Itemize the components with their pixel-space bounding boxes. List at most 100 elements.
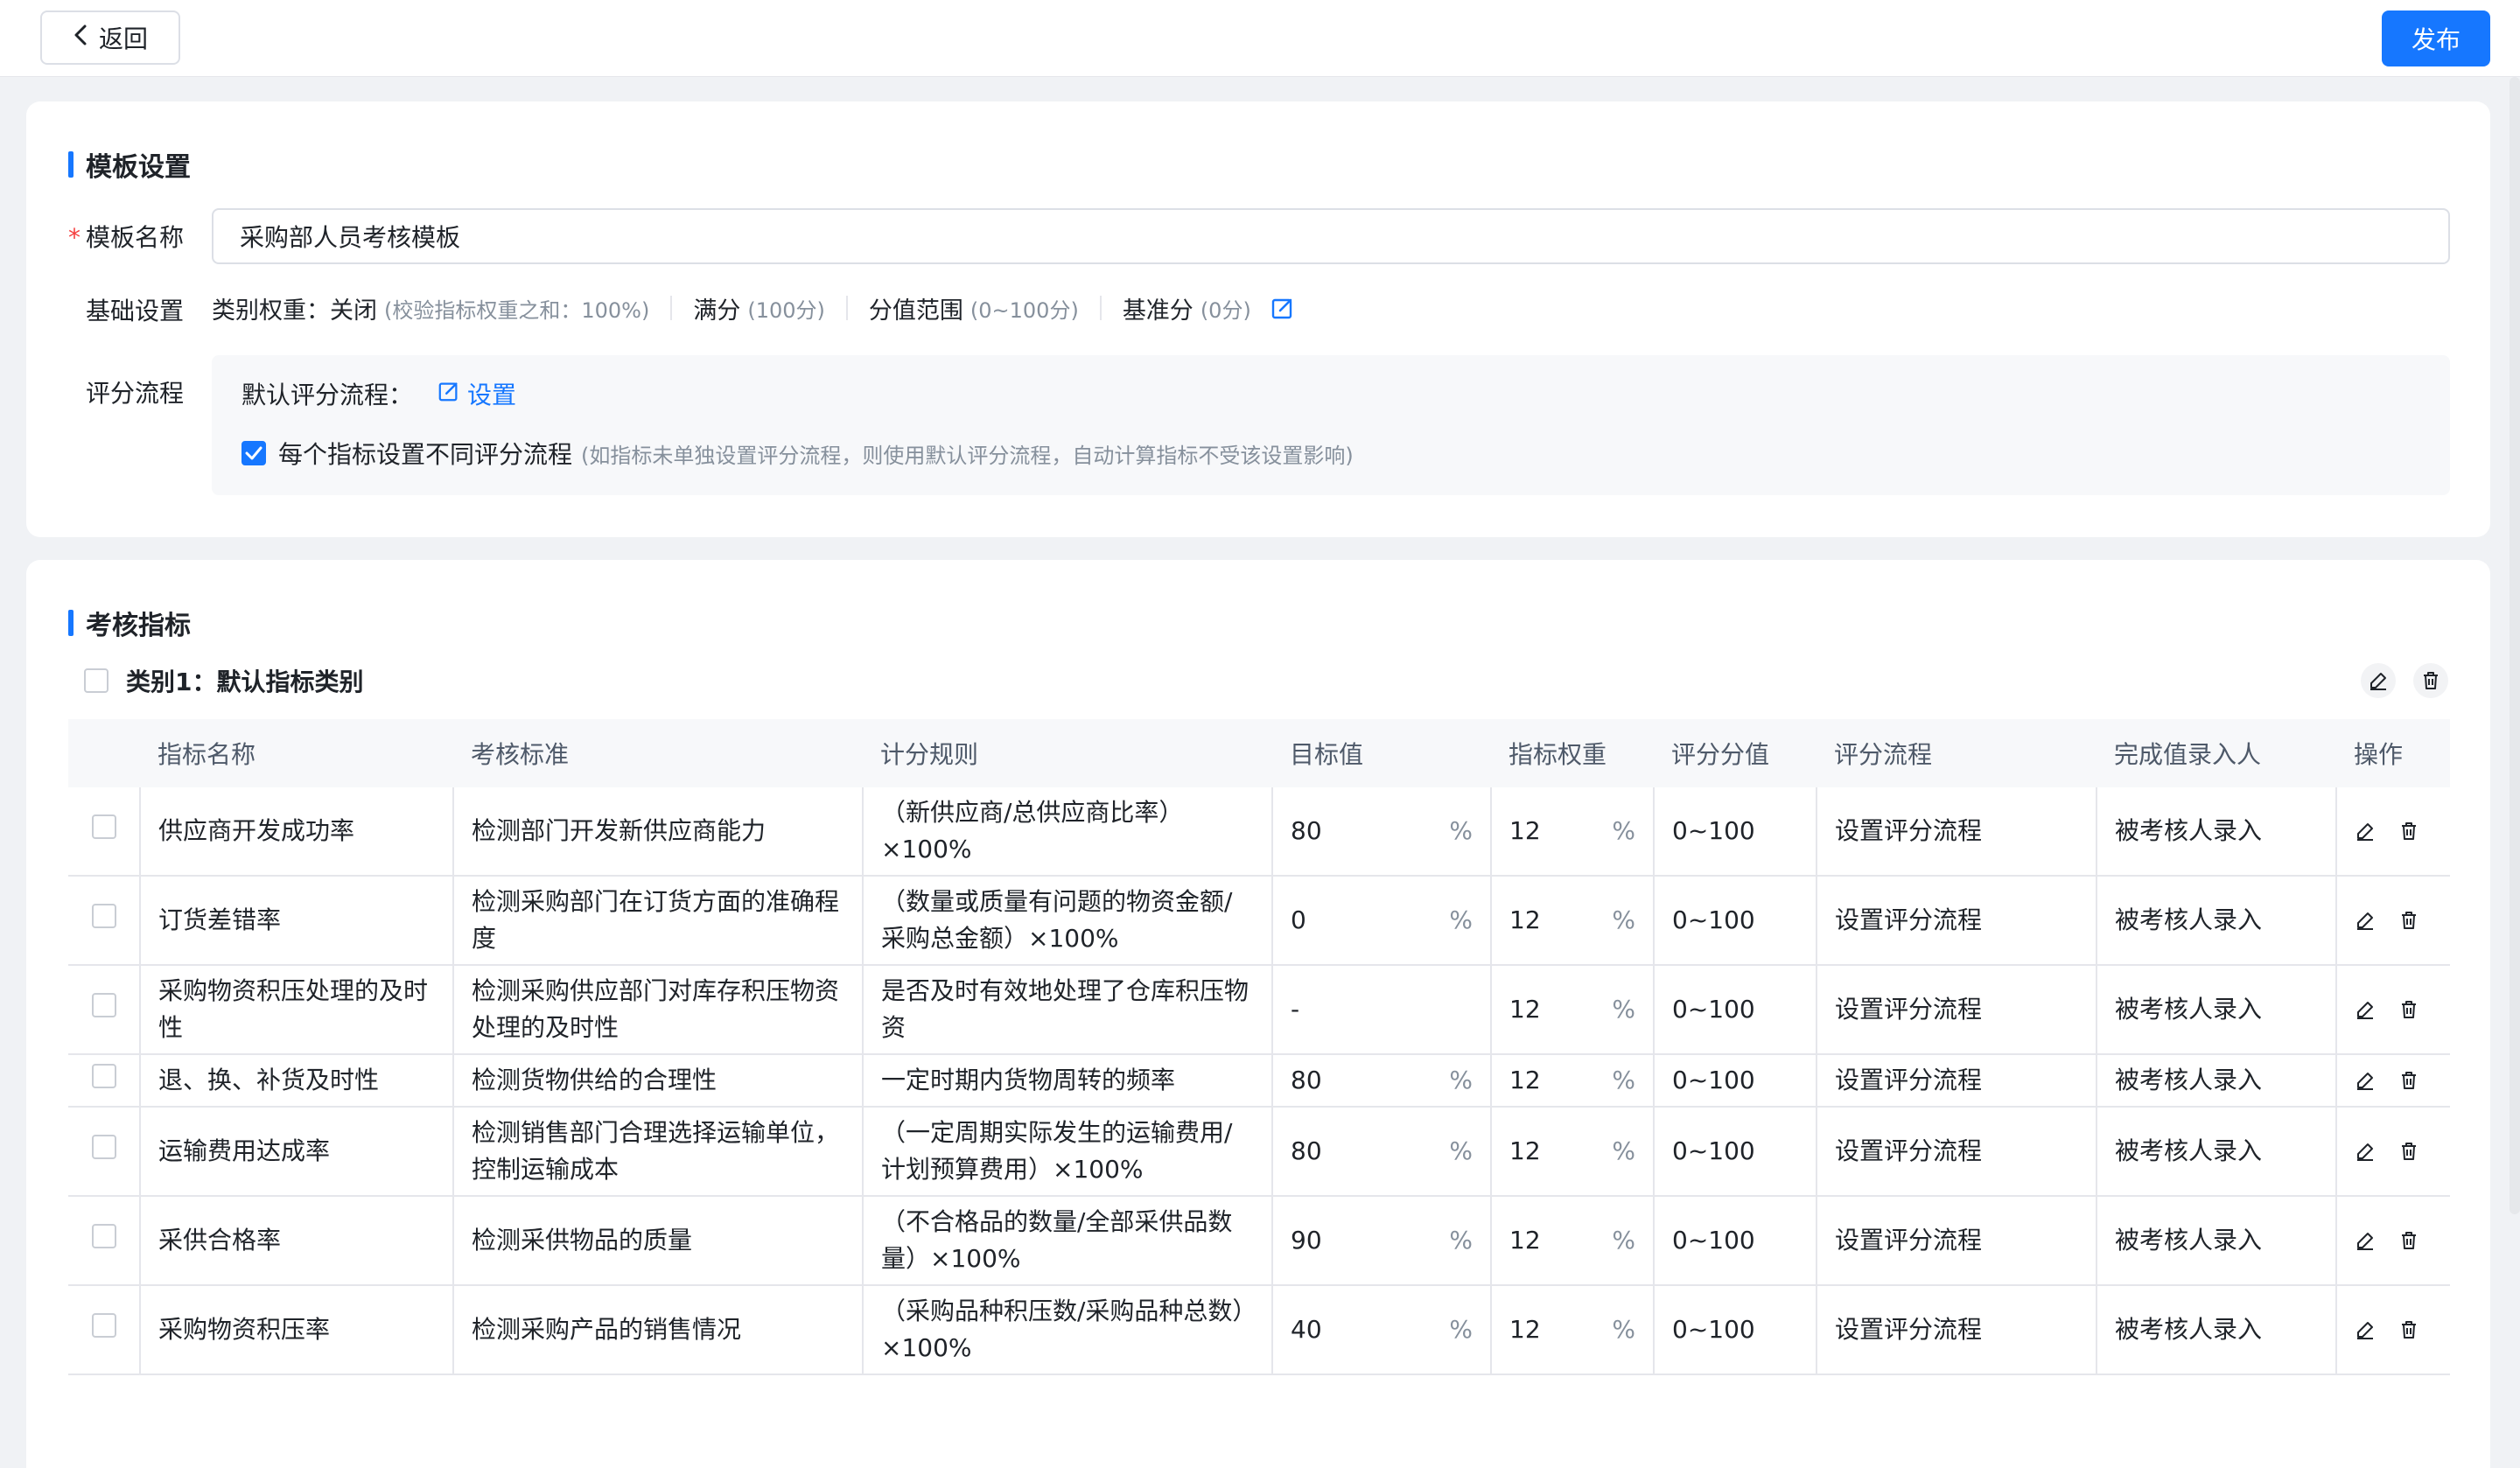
- row-checkbox[interactable]: [91, 1064, 116, 1088]
- weight-cell[interactable]: 12%: [1491, 965, 1655, 1055]
- per-metric-flow-checkbox[interactable]: [242, 441, 266, 465]
- column-header: 计分规则: [863, 719, 1272, 787]
- default-flow-link-text: 设置: [467, 381, 517, 409]
- weight-cell[interactable]: 12%: [1491, 876, 1655, 966]
- metric-name: 采购物资积压率: [140, 1285, 454, 1375]
- metric-rule: （一定周期实际发生的运输费用/计划预算费用）×100%: [863, 1107, 1273, 1197]
- edit-icon[interactable]: [1270, 296, 1295, 320]
- set-flow-link[interactable]: 设置评分流程: [1816, 876, 2097, 966]
- set-flow-link[interactable]: 设置评分流程: [1816, 1107, 2097, 1197]
- edit-icon[interactable]: [2355, 910, 2376, 931]
- row-checkbox-cell: [68, 965, 141, 1055]
- edit-icon[interactable]: [2355, 1070, 2376, 1091]
- score-range: 0~100: [1654, 1196, 1817, 1286]
- row-actions: [2336, 1054, 2450, 1108]
- category-delete-icon[interactable]: [2413, 663, 2448, 698]
- entry-person: 被考核人录入: [2096, 876, 2337, 966]
- row-checkbox-cell: [68, 876, 141, 966]
- edit-icon[interactable]: [2355, 821, 2376, 842]
- weight-value: 12: [1509, 905, 1541, 934]
- target-value-cell[interactable]: 40%: [1272, 1285, 1492, 1375]
- score-range: 0~100: [1654, 1107, 1817, 1197]
- edit-icon[interactable]: [2355, 999, 2376, 1020]
- page-scrollbar[interactable]: [2510, 77, 2520, 1214]
- category-checkbox[interactable]: [84, 668, 108, 693]
- back-button[interactable]: 返回: [40, 10, 180, 65]
- entry-person: 被考核人录入: [2096, 1196, 2337, 1286]
- category-header: 类别1：默认指标类别: [84, 663, 363, 698]
- weight-unit: %: [1612, 995, 1635, 1024]
- target-value: 80: [1291, 1066, 1322, 1094]
- table-row: 采购物资积压处理的及时性 检测采购供应部门对库存积压物资处理的及时性 是否及时有…: [68, 965, 2450, 1055]
- publish-button[interactable]: 发布: [2382, 10, 2490, 66]
- set-flow-link[interactable]: 设置评分流程: [1816, 965, 2097, 1055]
- delete-icon[interactable]: [2398, 1230, 2419, 1251]
- header-checkbox-cell: [68, 719, 140, 787]
- score-range: 0~100: [1654, 1054, 1817, 1108]
- metric-standard: 检测货物供给的合理性: [453, 1054, 864, 1108]
- template-name-input[interactable]: 采购部人员考核模板: [212, 208, 2450, 264]
- set-flow-link[interactable]: 设置评分流程: [1816, 787, 2097, 877]
- basic-settings-row: 类别权重： 关闭 (校验指标权重之和：100%) 满分 (100分) 分值范围 …: [212, 290, 1295, 325]
- set-flow-link[interactable]: 设置评分流程: [1816, 1054, 2097, 1108]
- top-bar: 返回 发布: [0, 0, 2520, 77]
- edit-icon[interactable]: [2355, 1230, 2376, 1251]
- required-mark: *: [68, 223, 80, 252]
- metric-standard: 检测采购产品的销售情况: [453, 1285, 864, 1375]
- weight-unit: %: [1612, 1136, 1635, 1165]
- per-metric-flow-hint: (如指标未单独设置评分流程，则使用默认评分流程，自动计算指标不受该设置影响): [581, 443, 1354, 468]
- weight-cell[interactable]: 12%: [1491, 1285, 1655, 1375]
- weight-cell[interactable]: 12%: [1491, 1054, 1655, 1108]
- delete-icon[interactable]: [2398, 910, 2419, 931]
- metric-standard: 检测销售部门合理选择运输单位，控制运输成本: [453, 1107, 864, 1197]
- target-value-cell[interactable]: 90%: [1272, 1196, 1492, 1286]
- back-label: 返回: [98, 24, 148, 53]
- row-checkbox[interactable]: [91, 1313, 116, 1338]
- weight-cell[interactable]: 12%: [1491, 787, 1655, 877]
- default-flow-row: 默认评分流程： 设置: [242, 376, 516, 411]
- set-flow-link[interactable]: 设置评分流程: [1816, 1285, 2097, 1375]
- row-checkbox[interactable]: [91, 1135, 116, 1159]
- weight-value: 12: [1509, 1226, 1541, 1255]
- row-actions: [2336, 1107, 2450, 1197]
- category-edit-icon[interactable]: [2361, 663, 2396, 698]
- check-icon: [245, 446, 262, 460]
- weight-cell[interactable]: 12%: [1491, 1107, 1655, 1197]
- row-checkbox[interactable]: [91, 1224, 116, 1248]
- weight-value: 12: [1509, 816, 1541, 845]
- default-flow-label: 默认评分流程：: [242, 381, 414, 409]
- target-value-cell[interactable]: -: [1272, 965, 1492, 1055]
- delete-icon[interactable]: [2398, 1141, 2419, 1162]
- row-actions: [2336, 965, 2450, 1055]
- delete-icon[interactable]: [2398, 821, 2419, 842]
- target-unit: %: [1449, 816, 1473, 845]
- row-checkbox[interactable]: [91, 814, 116, 839]
- delete-icon[interactable]: [2398, 1070, 2419, 1091]
- metric-rule: 是否及时有效地处理了仓库积压物资: [863, 965, 1273, 1055]
- entry-person: 被考核人录入: [2096, 965, 2337, 1055]
- default-flow-set-link[interactable]: 设置: [438, 376, 516, 411]
- row-checkbox[interactable]: [91, 993, 116, 1017]
- metric-standard: 检测部门开发新供应商能力: [453, 787, 864, 877]
- target-value-cell[interactable]: 0%: [1272, 876, 1492, 966]
- table-row: 采供合格率 检测采供物品的质量 （不合格品的数量/全部采供品数量）×100% 9…: [68, 1196, 2450, 1286]
- weight-value: 12: [1509, 1066, 1541, 1094]
- target-value-cell[interactable]: 80%: [1272, 787, 1492, 877]
- edit-icon[interactable]: [2355, 1319, 2376, 1340]
- row-checkbox[interactable]: [91, 904, 116, 928]
- edit-icon[interactable]: [2355, 1141, 2376, 1162]
- target-value-cell[interactable]: 80%: [1272, 1107, 1492, 1197]
- row-checkbox-cell: [68, 1196, 141, 1286]
- metric-name: 采购物资积压处理的及时性: [140, 965, 454, 1055]
- set-flow-link[interactable]: 设置评分流程: [1816, 1196, 2097, 1286]
- weight-cell[interactable]: 12%: [1491, 1196, 1655, 1286]
- weight-unit: %: [1612, 1066, 1635, 1094]
- category-label: 类别1：默认指标类别: [126, 668, 364, 696]
- delete-icon[interactable]: [2398, 999, 2419, 1020]
- delete-icon[interactable]: [2398, 1319, 2419, 1340]
- target-value-cell[interactable]: 80%: [1272, 1054, 1492, 1108]
- per-metric-flow-label: 每个指标设置不同评分流程: [278, 440, 573, 469]
- score-range-label: 分值范围: [868, 297, 963, 325]
- score-range: 0~100: [1654, 965, 1817, 1055]
- target-value: 80: [1291, 1136, 1322, 1165]
